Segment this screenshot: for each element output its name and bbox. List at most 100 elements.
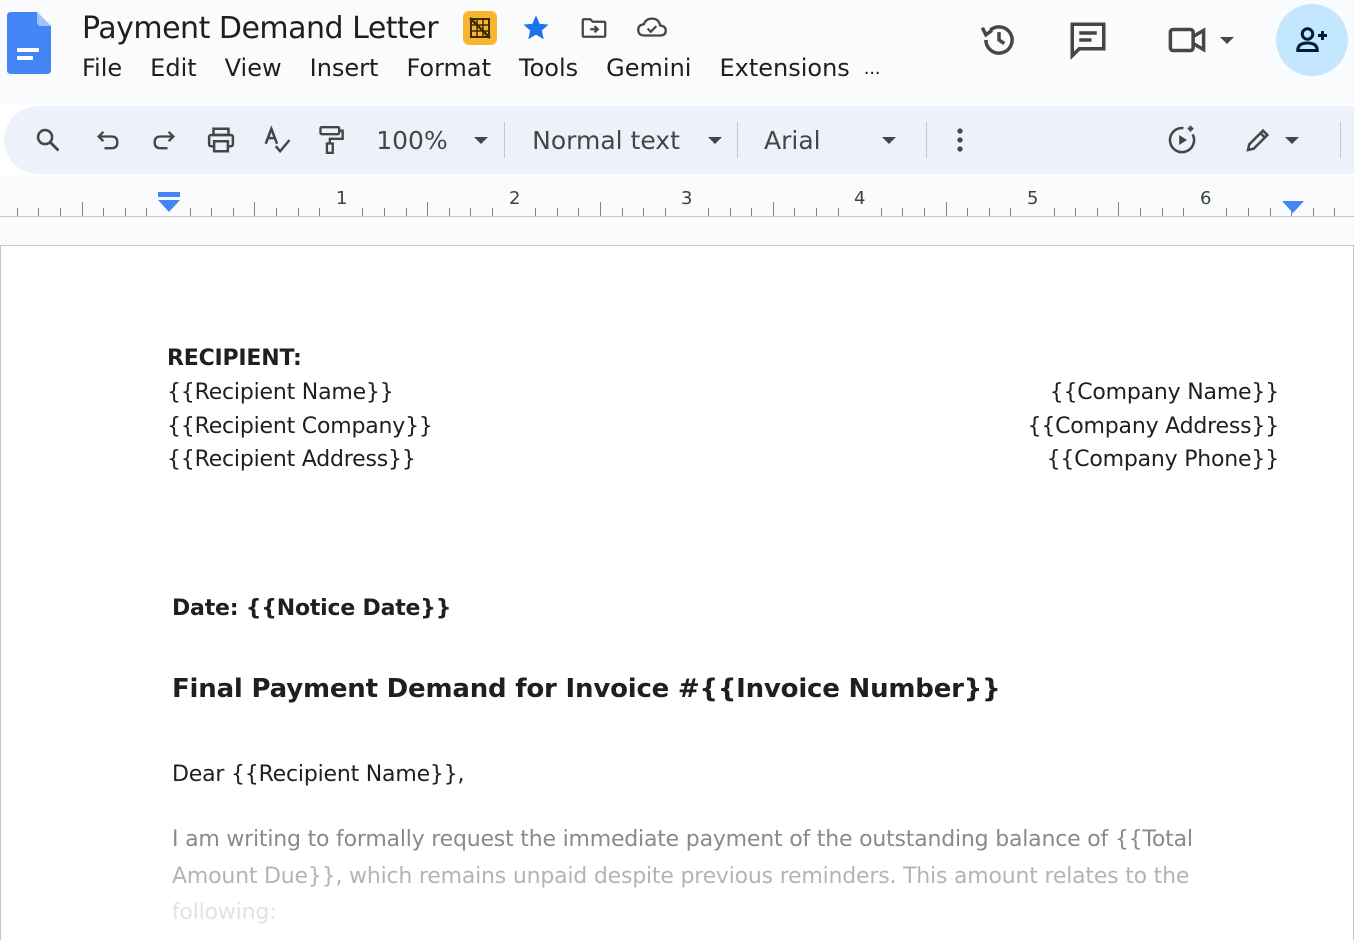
editing-mode-button[interactable] xyxy=(1236,120,1306,160)
ruler-baseline xyxy=(0,216,1354,217)
spelling-check-button[interactable] xyxy=(260,120,294,160)
ruler-tick xyxy=(38,208,39,216)
recipient-label: RECIPIENT: xyxy=(167,346,302,371)
undo-button[interactable] xyxy=(92,120,124,160)
app-header: Payment Demand Letter File Edit View Ins… xyxy=(0,0,1354,104)
ruler-tick xyxy=(1010,208,1011,216)
menu-edit[interactable]: Edit xyxy=(150,54,196,82)
chevron-down-icon xyxy=(1285,136,1299,144)
print-button[interactable] xyxy=(204,120,238,160)
ruler-tick xyxy=(1248,208,1249,216)
ruler-tick xyxy=(578,208,579,216)
ruler-tick xyxy=(146,208,147,216)
toolbar-divider xyxy=(504,122,505,158)
ruler-tick xyxy=(600,202,601,216)
more-vert-icon xyxy=(957,128,963,152)
ruler-tick xyxy=(794,208,795,216)
redo-button[interactable] xyxy=(148,120,180,160)
left-indent-marker-icon[interactable] xyxy=(157,192,181,214)
present-button[interactable] xyxy=(1162,120,1202,160)
ruler-tick xyxy=(557,208,558,216)
spellcheck-icon xyxy=(264,125,291,154)
font-family-select[interactable]: Arial xyxy=(764,120,908,160)
menu-gemini[interactable]: Gemini xyxy=(606,54,691,82)
ruler-tick xyxy=(665,208,666,216)
ruler-tick xyxy=(816,208,817,216)
menu-extensions[interactable]: Extensions xyxy=(719,54,849,82)
paragraph-style-select[interactable]: Normal text xyxy=(530,120,724,160)
ruler-tick xyxy=(1313,208,1314,216)
ruler-tick xyxy=(470,208,471,216)
paint-format-button[interactable] xyxy=(316,120,346,160)
document-page[interactable]: RECIPIENT: {{Recipient Name}} {{Recipien… xyxy=(0,246,1354,940)
ruler-tick xyxy=(1183,208,1184,216)
ruler-tick xyxy=(82,202,83,216)
ruler-tick xyxy=(319,208,320,216)
ruler-tick xyxy=(967,208,968,216)
menu-view[interactable]: View xyxy=(225,54,282,82)
version-history-button[interactable] xyxy=(973,14,1025,66)
menu-file[interactable]: File xyxy=(82,54,122,82)
company-phone: {{Company Phone}} xyxy=(1046,447,1280,472)
ruler-tick xyxy=(902,208,903,216)
comment-icon xyxy=(1070,22,1106,60)
star-icon[interactable] xyxy=(518,10,554,46)
ruler-number: 2 xyxy=(509,188,521,209)
print-icon xyxy=(207,127,235,153)
recipient-address: {{Recipient Address}} xyxy=(167,447,416,472)
ruler-tick xyxy=(60,208,61,216)
horizontal-ruler[interactable]: 1 2 3 4 5 6 xyxy=(0,176,1354,246)
ruler-tick xyxy=(730,208,731,216)
ruler-tick xyxy=(1075,208,1076,216)
search-menus-button[interactable] xyxy=(32,120,64,160)
ruler-tick xyxy=(1162,208,1163,216)
cloud-saved-icon[interactable] xyxy=(634,10,670,46)
ruler-tick xyxy=(1097,208,1098,216)
move-folder-icon[interactable] xyxy=(576,10,612,46)
present-play-icon xyxy=(1168,125,1196,154)
ruler-tick xyxy=(622,208,623,216)
right-indent-marker-icon[interactable] xyxy=(1281,200,1305,214)
comments-button[interactable] xyxy=(1062,14,1114,66)
ruler-tick xyxy=(254,202,255,216)
ruler-tick xyxy=(362,208,363,216)
document-title[interactable]: Payment Demand Letter xyxy=(82,11,439,46)
meet-button[interactable] xyxy=(1160,14,1240,66)
title-row: Payment Demand Letter xyxy=(82,8,439,48)
chevron-down-icon xyxy=(707,136,722,144)
ruler-tick xyxy=(838,208,839,216)
ruler-tick xyxy=(535,208,536,216)
redo-icon xyxy=(153,131,175,150)
share-button[interactable] xyxy=(1276,4,1348,76)
menu-more-button[interactable]: ... xyxy=(864,57,881,80)
ruler-tick xyxy=(276,208,277,216)
ruler-tick xyxy=(1334,208,1335,216)
ruler-tick xyxy=(492,208,493,216)
zoom-select[interactable]: 100% xyxy=(374,120,490,160)
add-person-icon xyxy=(1296,27,1327,52)
ruler-tick xyxy=(1270,208,1271,216)
history-icon xyxy=(980,25,1014,55)
recipient-name: {{Recipient Name}} xyxy=(167,380,394,405)
ruler-tick xyxy=(643,208,644,216)
ruler-tick xyxy=(233,208,234,216)
menu-insert[interactable]: Insert xyxy=(310,54,379,82)
chevron-down-icon xyxy=(882,136,896,144)
ruler-tick xyxy=(449,208,450,216)
salutation: Dear {{Recipient Name}}, xyxy=(172,762,465,787)
ruler-number: 3 xyxy=(681,188,693,209)
docs-logo-icon[interactable] xyxy=(7,12,51,74)
ruler-tick xyxy=(989,208,990,216)
more-options-button[interactable] xyxy=(944,120,976,160)
no-label-badge-icon[interactable] xyxy=(462,10,498,46)
ruler-tick xyxy=(946,202,947,216)
chevron-down-icon xyxy=(1220,36,1234,44)
menu-format[interactable]: Format xyxy=(406,54,491,82)
search-icon xyxy=(36,128,60,152)
font-family-value: Arial xyxy=(764,125,821,155)
company-name: {{Company Name}} xyxy=(1049,380,1280,405)
ruler-number: 1 xyxy=(336,188,348,209)
chevron-down-icon xyxy=(473,136,488,144)
menu-tools[interactable]: Tools xyxy=(519,54,578,82)
letter-heading: Final Payment Demand for Invoice #{{Invo… xyxy=(172,674,1001,704)
